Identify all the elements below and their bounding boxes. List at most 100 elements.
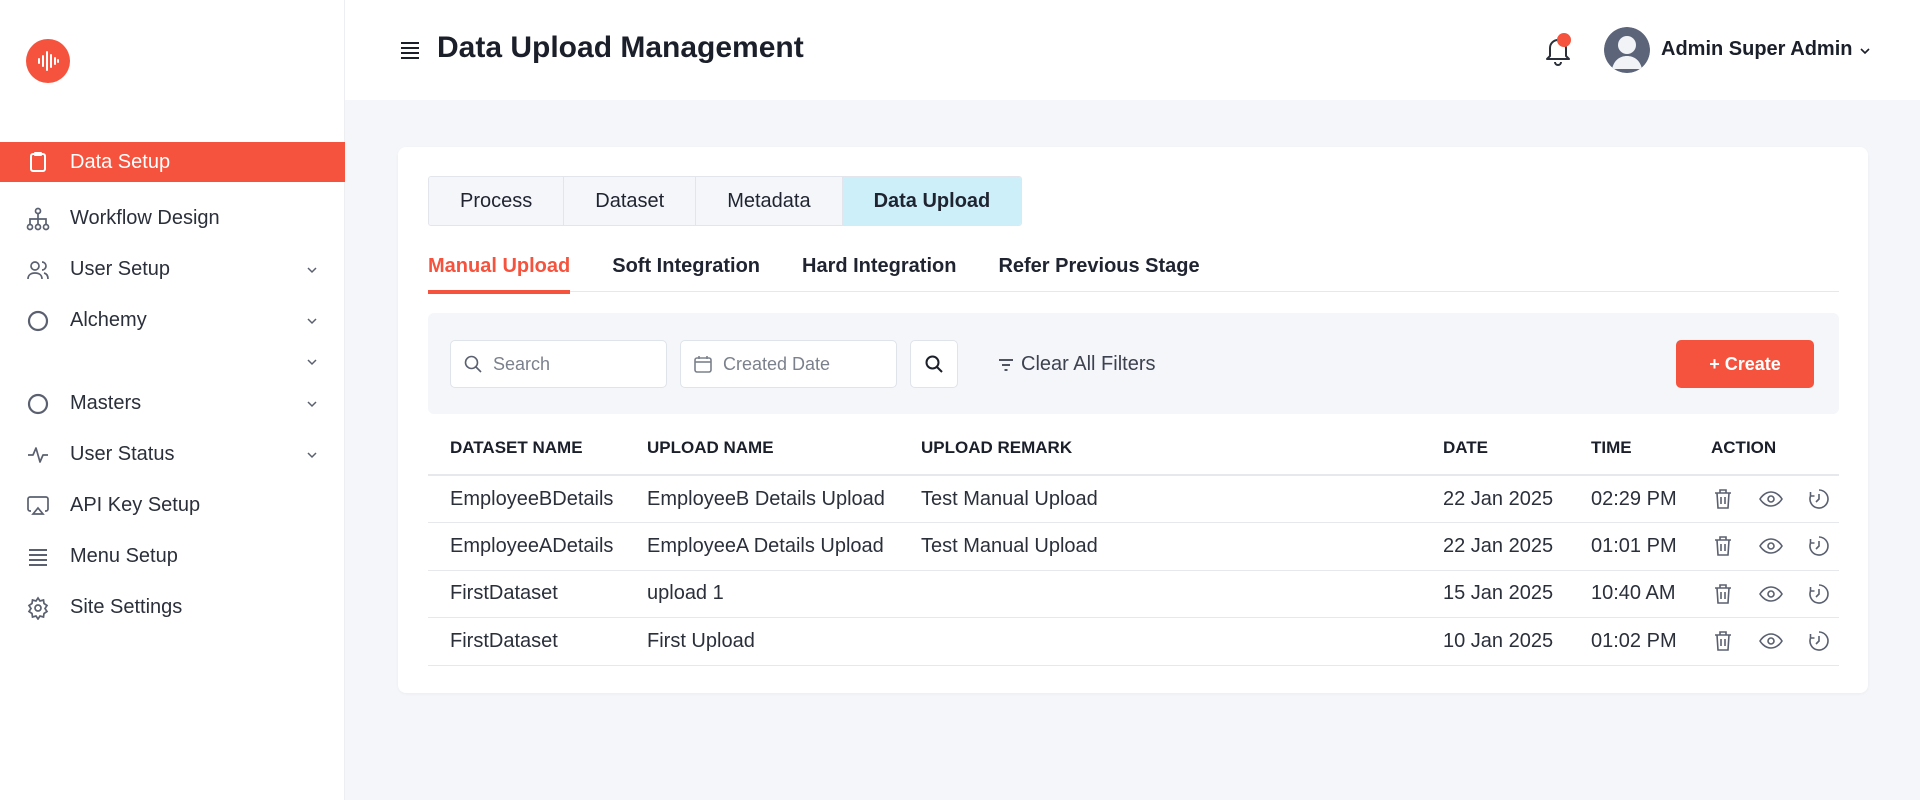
subtab-hard-integration[interactable]: Hard Integration (802, 255, 956, 292)
sidebar-nav: Data Setup Workflow Design User Setup Al… (0, 142, 345, 633)
history-icon[interactable] (1807, 487, 1831, 511)
notification-badge (1557, 33, 1571, 47)
cell-upload-name: EmployeeA Details Upload (625, 522, 899, 571)
trash-icon[interactable] (1711, 487, 1735, 511)
history-icon[interactable] (1807, 629, 1831, 653)
history-icon[interactable] (1807, 534, 1831, 558)
eye-icon[interactable] (1759, 487, 1783, 511)
cell-dataset-name: EmployeeBDetails (428, 475, 625, 523)
sidebar-item-api-key-setup[interactable]: API Key Setup (0, 480, 345, 531)
cell-time: 01:02 PM (1569, 617, 1689, 666)
cell-date: 22 Jan 2025 (1421, 522, 1569, 571)
eye-icon[interactable] (1759, 582, 1783, 606)
activity-icon (26, 443, 50, 467)
filter-bar: Search Created Date Clear All Filters + … (428, 313, 1839, 414)
column-header-upload-name: UPLOAD NAME (625, 421, 899, 476)
table-row: FirstDataset upload 1 15 Jan 2025 10:40 … (428, 570, 1839, 618)
cell-dataset-name: FirstDataset (428, 617, 625, 666)
table-row: EmployeeADetails EmployeeA Details Uploa… (428, 522, 1839, 571)
trash-icon[interactable] (1711, 582, 1735, 606)
sidebar-item-label: Site Settings (70, 596, 183, 618)
sidebar-item-label: User Status (70, 443, 175, 465)
cell-actions (1689, 570, 1839, 618)
cell-actions (1689, 475, 1839, 523)
eye-icon[interactable] (1759, 629, 1783, 653)
clear-all-filters-button[interactable]: Clear All Filters (997, 353, 1155, 376)
subtab-manual-upload[interactable]: Manual Upload (428, 255, 571, 294)
gear-icon (26, 595, 50, 620)
cell-date: 22 Jan 2025 (1421, 475, 1569, 523)
subtab-refer-previous-stage[interactable]: Refer Previous Stage (998, 255, 1199, 292)
search-button[interactable] (910, 340, 958, 388)
cell-actions (1689, 522, 1839, 571)
cell-date: 10 Jan 2025 (1421, 617, 1569, 666)
sidebar: Data Setup Workflow Design User Setup Al… (0, 0, 345, 800)
cell-time: 02:29 PM (1569, 475, 1689, 523)
tab-dataset[interactable]: Dataset (564, 177, 697, 225)
sidebar-item-label: API Key Setup (70, 494, 201, 516)
chevron-down-icon (307, 359, 317, 366)
cell-time: 10:40 AM (1569, 570, 1689, 618)
column-header-upload-remark: UPLOAD REMARK (899, 421, 1421, 476)
column-header-time: TIME (1569, 421, 1689, 476)
page-title: Data Upload Management (437, 31, 804, 64)
chevron-down-icon (307, 266, 317, 273)
chevron-down-icon (307, 400, 317, 407)
users-icon (26, 258, 50, 282)
tab-metadata[interactable]: Metadata (696, 177, 843, 225)
sidebar-item-alchemy[interactable]: Alchemy (0, 295, 345, 346)
sidebar-item-label: User Setup (70, 258, 171, 280)
clipboard-icon (26, 150, 50, 174)
circle-icon (26, 392, 50, 416)
cell-dataset-name: FirstDataset (428, 570, 625, 618)
sidebar-item-site-settings[interactable]: Site Settings (0, 582, 345, 633)
sidebar-item-masters[interactable]: Masters (0, 378, 345, 429)
trash-icon[interactable] (1711, 534, 1735, 558)
cell-upload-remark (899, 570, 1421, 618)
cell-upload-name: First Upload (625, 617, 899, 666)
cell-upload-name: upload 1 (625, 570, 899, 618)
user-name[interactable]: Admin Super Admin (1661, 38, 1852, 61)
search-input[interactable]: Search (450, 340, 667, 388)
cell-upload-name: EmployeeB Details Upload (625, 475, 899, 523)
cell-upload-remark: Test Manual Upload (899, 475, 1421, 523)
airplay-icon (26, 494, 50, 518)
avatar[interactable] (1604, 27, 1650, 73)
tab-process[interactable]: Process (429, 177, 565, 225)
sidebar-item-label: Alchemy (70, 309, 147, 331)
cell-upload-remark: Test Manual Upload (899, 522, 1421, 571)
chevron-down-icon (307, 451, 317, 458)
hierarchy-icon (26, 207, 50, 231)
top-header: Data Upload Management Admin Super Admin (345, 0, 1920, 100)
created-date-field[interactable]: Created Date (680, 340, 897, 388)
tab-data-upload[interactable]: Data Upload (842, 177, 1022, 225)
chevron-down-icon[interactable] (1858, 44, 1872, 58)
table-row: FirstDataset First Upload 10 Jan 2025 01… (428, 617, 1839, 666)
create-button[interactable]: + Create (1676, 340, 1814, 388)
eye-icon[interactable] (1759, 534, 1783, 558)
sidebar-item-user-status[interactable]: User Status (0, 429, 345, 480)
cell-date: 15 Jan 2025 (1421, 570, 1569, 618)
app-logo[interactable] (26, 39, 70, 83)
search-icon (925, 355, 943, 373)
subtab-soft-integration[interactable]: Soft Integration (612, 255, 760, 292)
cell-dataset-name: EmployeeADetails (428, 522, 625, 571)
sidebar-item-data-setup[interactable]: Data Setup (0, 142, 345, 182)
sidebar-item-workflow-design[interactable]: Workflow Design (0, 193, 345, 244)
sidebar-item-unlabeled[interactable] (0, 346, 345, 378)
history-icon[interactable] (1807, 582, 1831, 606)
date-placeholder: Created Date (723, 353, 831, 374)
sidebar-item-menu-setup[interactable]: Menu Setup (0, 531, 345, 582)
hamburger-menu-icon[interactable] (400, 40, 420, 60)
sidebar-item-user-setup[interactable]: User Setup (0, 244, 345, 295)
column-header-date: DATE (1421, 421, 1569, 476)
clear-filters-label: Clear All Filters (1021, 353, 1156, 375)
circle-icon (26, 309, 50, 333)
data-upload-card: Process Dataset Metadata Data Upload Man… (398, 147, 1868, 693)
chevron-down-icon (307, 317, 317, 324)
sidebar-item-label: Masters (70, 392, 142, 414)
cell-time: 01:01 PM (1569, 522, 1689, 571)
filter-icon (997, 356, 1015, 374)
sidebar-item-label: Menu Setup (70, 545, 178, 567)
trash-icon[interactable] (1711, 629, 1735, 653)
